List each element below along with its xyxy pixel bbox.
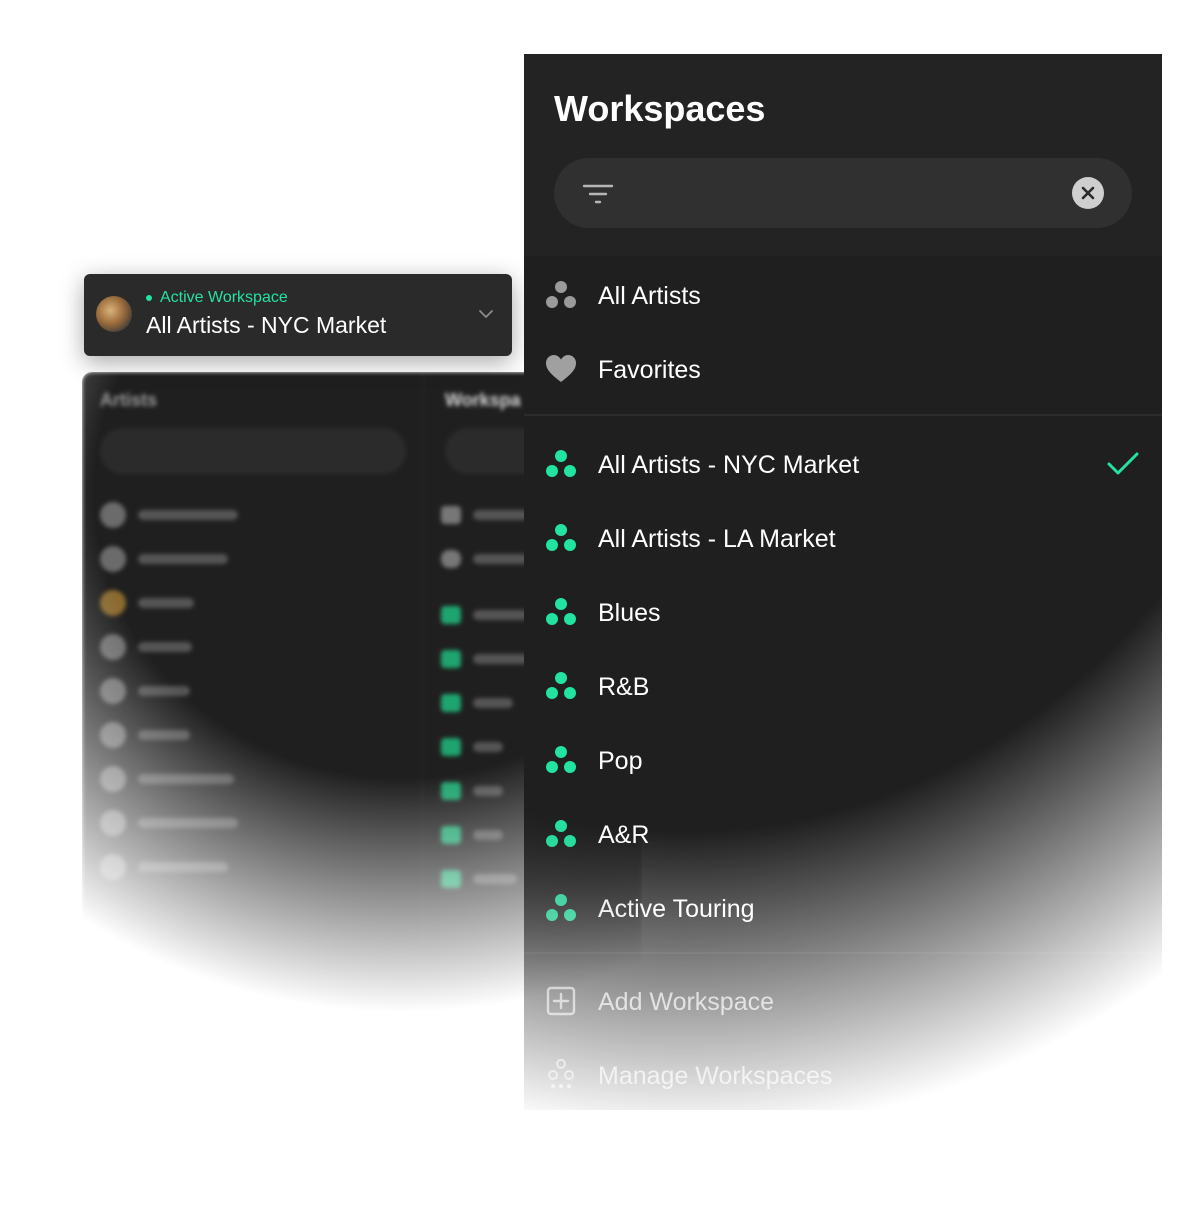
- workspace-item-label: All Artists - LA Market: [598, 525, 836, 553]
- workspace-item-label: All Artists: [598, 282, 701, 310]
- background-workspace-row: [441, 690, 513, 716]
- background-workspace-row: [441, 602, 533, 628]
- checkmark-icon: [1107, 452, 1139, 475]
- add-workspace-label: Add Workspace: [598, 988, 775, 1016]
- manage-dots-icon: [548, 1059, 574, 1089]
- background-workspace-row: [441, 734, 503, 760]
- plus-square-icon: [546, 986, 576, 1016]
- background-workspaces-title: Workspa: [445, 390, 521, 410]
- background-artist-row: [100, 810, 238, 836]
- workspace-item-label: A&R: [598, 821, 650, 849]
- background-artist-row: [100, 502, 238, 528]
- background-artist-row: [100, 854, 228, 880]
- background-artist-row: [100, 590, 194, 616]
- manage-workspaces-label: Manage Workspaces: [598, 1062, 833, 1090]
- workspace-dots-icon: [546, 598, 576, 625]
- workspace-dots-icon: [546, 281, 576, 308]
- manage-workspaces-button[interactable]: Manage Workspaces: [524, 1038, 1162, 1112]
- workspaces-panel: Workspaces All Artists Favorites All Art…: [524, 54, 1162, 1110]
- panel-title: Workspaces: [554, 88, 766, 129]
- panel-header: Workspaces: [524, 54, 1162, 256]
- workspace-item-blues[interactable]: Blues: [524, 575, 1162, 649]
- workspace-item-pop[interactable]: Pop: [524, 723, 1162, 797]
- workspace-item-rnb[interactable]: R&B: [524, 649, 1162, 723]
- background-workspace-row: [441, 646, 533, 672]
- workspace-item-all-artists[interactable]: All Artists: [524, 258, 1162, 332]
- section-divider: [524, 414, 1162, 416]
- background-workspace-row: [441, 822, 503, 848]
- workspace-item-label: Blues: [598, 599, 661, 627]
- background-workspace-row: [441, 546, 533, 572]
- background-artists-search: [100, 428, 406, 474]
- workspace-item-active-touring[interactable]: Active Touring: [524, 871, 1162, 945]
- user-avatar: [96, 296, 132, 332]
- background-artist-row: [100, 634, 192, 660]
- background-workspace-row: [441, 502, 533, 528]
- add-workspace-button[interactable]: Add Workspace: [524, 964, 1162, 1038]
- heart-icon: [546, 355, 576, 382]
- background-artists-title: Artists: [100, 390, 158, 410]
- workspace-item-la-market[interactable]: All Artists - LA Market: [524, 501, 1162, 575]
- workspace-dots-icon: [546, 820, 576, 847]
- active-workspace-status-label: Active Workspace: [160, 289, 288, 306]
- workspace-item-anr[interactable]: A&R: [524, 797, 1162, 871]
- section-divider: [524, 952, 1162, 954]
- background-artist-row: [100, 766, 234, 792]
- background-artist-row: [100, 678, 190, 704]
- background-artists-column: Artists: [82, 372, 422, 1012]
- active-workspace-selector[interactable]: Active Workspace All Artists - NYC Marke…: [84, 274, 512, 356]
- workspace-item-favorites[interactable]: Favorites: [524, 332, 1162, 406]
- workspace-item-label: Pop: [598, 747, 643, 775]
- workspace-item-label: All Artists - NYC Market: [598, 451, 860, 479]
- workspace-dots-icon: [546, 894, 576, 921]
- clear-search-button[interactable]: [1072, 177, 1104, 209]
- close-icon: [1081, 186, 1095, 200]
- active-workspace-status: Active Workspace: [146, 289, 288, 307]
- background-workspace-row: [441, 778, 503, 804]
- workspace-item-label: Active Touring: [598, 895, 755, 923]
- workspace-search-input[interactable]: [554, 158, 1132, 228]
- workspace-dots-icon: [546, 450, 576, 477]
- background-artist-row: [100, 546, 228, 572]
- filter-icon: [582, 184, 614, 204]
- workspace-dots-icon: [546, 524, 576, 551]
- background-workspace-row: [441, 866, 517, 892]
- active-status-dot: [146, 295, 152, 301]
- chevron-down-icon: [479, 310, 493, 318]
- workspace-dots-icon: [546, 746, 576, 773]
- workspace-item-label: Favorites: [598, 356, 701, 384]
- active-workspace-name: All Artists - NYC Market: [146, 312, 387, 338]
- workspace-item-nyc-market[interactable]: All Artists - NYC Market: [524, 427, 1162, 501]
- workspace-dots-icon: [546, 672, 576, 699]
- workspace-item-label: R&B: [598, 673, 650, 701]
- background-artist-row: [100, 722, 190, 748]
